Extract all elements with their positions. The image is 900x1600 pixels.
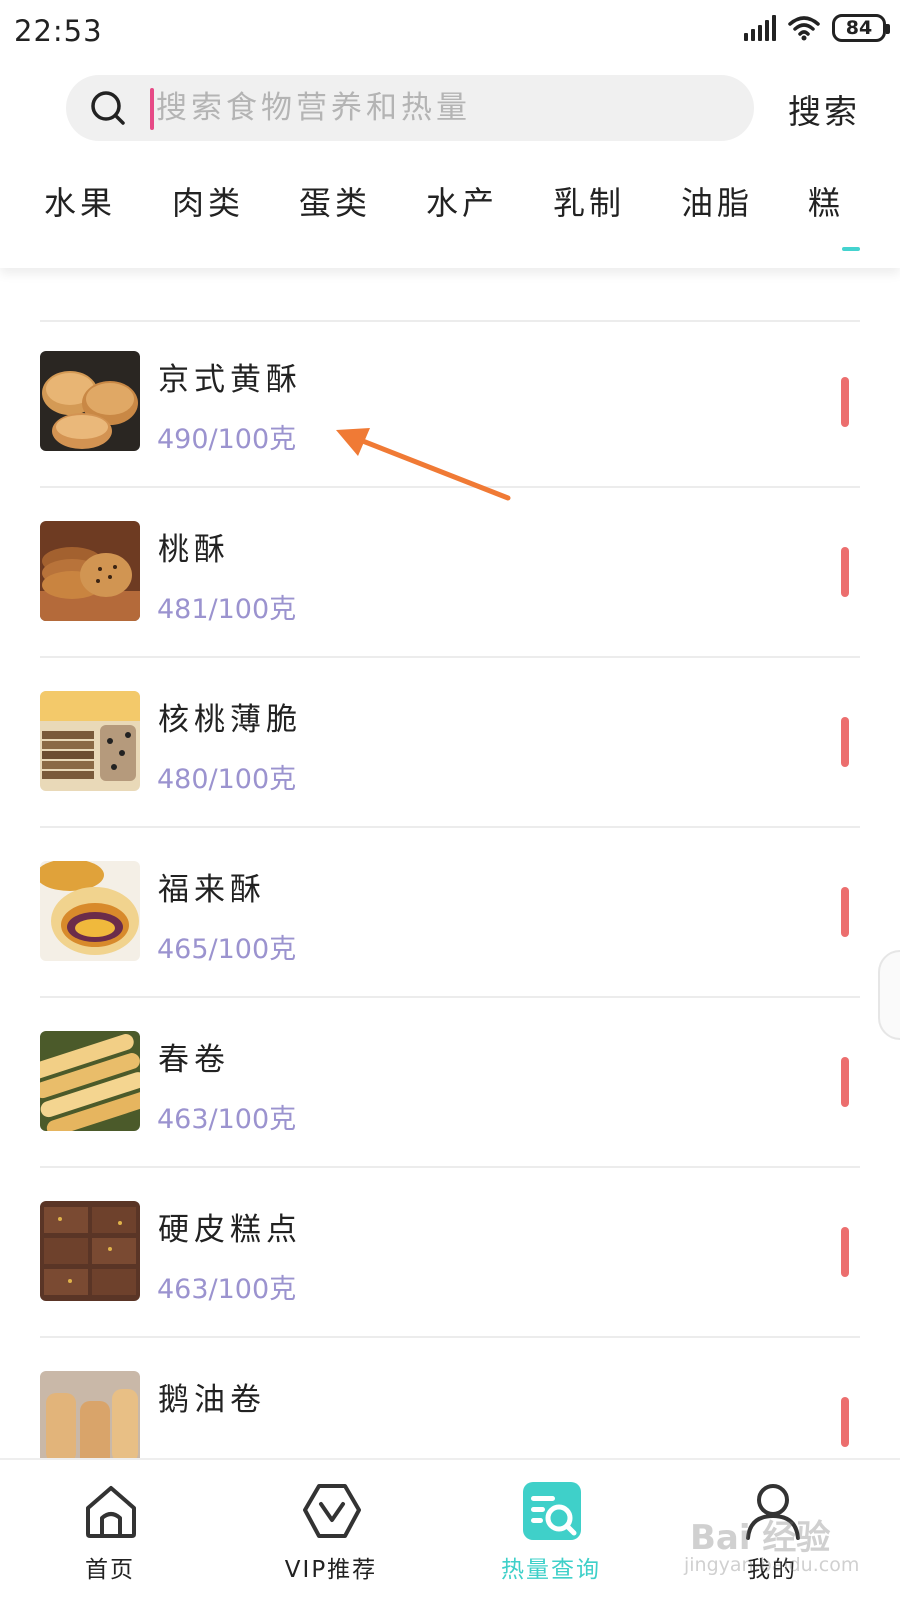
active-tab-indicator <box>842 247 860 251</box>
annotation-arrow <box>336 428 511 501</box>
nav-label: 热量查询 <box>501 1557 601 1583</box>
food-calories: 490/100克 <box>157 424 297 455</box>
nav-label: 首页 <box>85 1557 135 1583</box>
food-name: 京式黄酥 <box>158 362 302 398</box>
food-thumbnail <box>40 521 140 621</box>
calorie-indicator <box>841 377 849 427</box>
food-item[interactable]: 鹅油卷 <box>40 1336 860 1458</box>
calorie-indicator <box>841 1057 849 1107</box>
calorie-indicator <box>841 1227 849 1277</box>
food-name: 桃酥 <box>158 532 230 568</box>
vip-icon <box>303 1484 361 1538</box>
nav-profile[interactable]: 我的 <box>682 1460 862 1600</box>
profile-icon <box>746 1484 800 1540</box>
search-box[interactable] <box>66 75 754 141</box>
tab-oils[interactable]: 油脂 <box>681 178 753 224</box>
side-scroll-handle[interactable] <box>878 950 900 1040</box>
food-thumbnail <box>40 1371 140 1458</box>
battery-icon: 84 <box>832 14 890 42</box>
tab-fruit[interactable]: 水果 <box>44 178 116 224</box>
tab-dairy[interactable]: 乳制 <box>553 178 625 224</box>
food-thumbnail <box>40 861 140 961</box>
nav-calorie-search[interactable]: 热量查询 <box>461 1460 641 1600</box>
home-icon <box>86 1486 136 1538</box>
calorie-search-icon <box>523 1482 581 1540</box>
header: 22:53 84 搜索 水果 肉类 蛋类 水产 乳 <box>0 0 900 268</box>
tab-seafood[interactable]: 水产 <box>426 178 498 224</box>
food-thumbnail <box>40 1201 140 1301</box>
nav-vip[interactable]: VIP推荐 <box>241 1460 421 1600</box>
tab-eggs[interactable]: 蛋类 <box>299 178 371 224</box>
food-name: 春卷 <box>158 1042 230 1078</box>
food-thumbnail <box>40 691 140 791</box>
food-calories: 480/100克 <box>157 764 297 795</box>
nav-label: VIP推荐 <box>284 1557 378 1583</box>
bottom-nav: 首页 VIP推荐 热量查询 我的 <box>0 1458 900 1600</box>
tab-meat[interactable]: 肉类 <box>172 178 244 224</box>
status-time: 22:53 <box>14 14 103 48</box>
food-name: 硬皮糕点 <box>158 1212 302 1248</box>
status-bar: 22:53 84 <box>0 0 900 60</box>
wifi-icon <box>788 16 820 41</box>
food-thumbnail <box>40 1031 140 1131</box>
search-button[interactable]: 搜索 <box>788 85 860 133</box>
calorie-indicator <box>841 887 849 937</box>
food-calories: 463/100克 <box>157 1274 297 1305</box>
food-name: 鹅油卷 <box>158 1382 266 1418</box>
calorie-indicator <box>841 717 849 767</box>
food-name: 福来酥 <box>158 872 266 908</box>
search-input[interactable] <box>156 75 736 141</box>
nav-label: 我的 <box>747 1557 797 1583</box>
food-item[interactable]: 福来酥 465/100克 <box>40 826 860 998</box>
food-thumbnail <box>40 351 140 451</box>
status-icons: 84 <box>744 14 890 42</box>
food-item[interactable]: 硬皮糕点 463/100克 <box>40 1166 860 1338</box>
battery-level: 84 <box>845 17 873 39</box>
category-tabs: 水果 肉类 蛋类 水产 乳制 油脂 糕 <box>0 178 900 228</box>
food-item[interactable]: 桃酥 481/100克 <box>40 486 860 658</box>
food-item[interactable]: 核桃薄脆 480/100克 <box>40 656 860 828</box>
calorie-indicator <box>841 547 849 597</box>
signal-icon <box>744 15 776 41</box>
calorie-indicator <box>841 1397 849 1447</box>
food-name: 核桃薄脆 <box>158 702 302 738</box>
food-item[interactable]: 春卷 463/100克 <box>40 996 860 1168</box>
food-calories: 465/100克 <box>157 934 297 965</box>
search-icon <box>91 91 125 125</box>
tab-pastry[interactable]: 糕 <box>808 178 844 224</box>
food-calories: 481/100克 <box>157 594 297 625</box>
food-calories: 463/100克 <box>157 1104 297 1135</box>
text-caret <box>150 88 154 130</box>
nav-home[interactable]: 首页 <box>20 1460 200 1600</box>
